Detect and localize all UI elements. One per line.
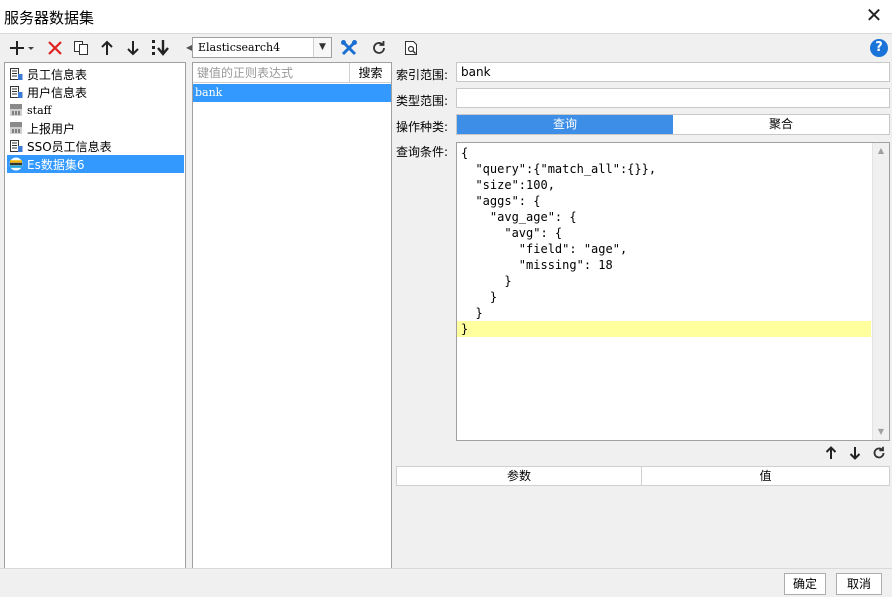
- copy-icon: [74, 41, 88, 55]
- param-table: 参数 值: [396, 466, 890, 569]
- refresh-icon: [373, 41, 385, 54]
- code-line: "aggs": {: [461, 194, 541, 208]
- refresh-icon: [873, 446, 885, 459]
- dataset-label: staff: [27, 103, 52, 117]
- value-column-header[interactable]: 值: [642, 467, 889, 485]
- connection-toolbar: Elasticsearch4 ▼: [192, 36, 392, 62]
- title-bar: 服务器数据集 ✕: [0, 0, 892, 33]
- param-table-header: 参数 值: [396, 466, 890, 486]
- dataset-label: SSO员工信息表: [27, 139, 112, 154]
- cancel-button[interactable]: 取消: [836, 573, 882, 595]
- index-filter-input[interactable]: 键值的正则表达式: [193, 63, 349, 83]
- table-icon: [10, 86, 23, 98]
- index-range-label: 索引范围:: [396, 68, 449, 82]
- elasticsearch-icon: [9, 157, 23, 171]
- table-icon: [10, 140, 23, 152]
- dataset-label: 员工信息表: [27, 67, 88, 82]
- index-search-button[interactable]: 搜索: [349, 63, 391, 83]
- index-range-input[interactable]: bank: [456, 62, 890, 82]
- op-query-option[interactable]: 查询: [457, 115, 673, 134]
- code-line: "avg_age": {: [461, 210, 577, 224]
- database-table-icon: [10, 122, 22, 134]
- move-bottom-button[interactable]: [148, 38, 174, 58]
- code-line: "query":{"match_all":{}},: [461, 162, 657, 176]
- query-toolbar: ?: [396, 36, 892, 62]
- dataset-item-1[interactable]: 员工信息表: [7, 65, 184, 83]
- connection-settings-button[interactable]: [338, 38, 360, 58]
- move-up-button[interactable]: [96, 38, 118, 58]
- scroll-down-icon[interactable]: ▼: [873, 424, 889, 440]
- dataset-label: Es数据集6: [27, 157, 85, 172]
- operation-type-label: 操作种类:: [396, 120, 449, 134]
- dataset-item-3[interactable]: staff: [7, 101, 184, 119]
- arrow-up-icon: [101, 40, 113, 55]
- delete-icon: [48, 41, 62, 55]
- scroll-up-icon[interactable]: ▲: [873, 143, 889, 159]
- param-up-button[interactable]: [820, 443, 842, 463]
- code-line: }: [461, 290, 498, 304]
- code-line: }: [461, 274, 512, 288]
- arrow-down-icon: [849, 447, 861, 460]
- param-refresh-button[interactable]: [868, 443, 890, 463]
- type-range-input[interactable]: [456, 88, 890, 108]
- dataset-label: 用户信息表: [27, 85, 88, 100]
- code-line: {: [461, 146, 469, 160]
- database-table-icon: [10, 104, 22, 116]
- type-range-label: 类型范围:: [396, 94, 449, 108]
- dialog-footer: 确定 取消: [0, 568, 892, 597]
- arrow-down-icon: [127, 41, 139, 56]
- code-line: }: [461, 306, 483, 320]
- code-line: "avg": {: [461, 226, 563, 240]
- param-toolbar: [820, 443, 890, 463]
- connection-value: Elasticsearch4: [198, 41, 281, 54]
- index-item-bank[interactable]: bank: [193, 84, 391, 102]
- dialog-body: ◀▶ 员工信息表 用户信息表 staff 上报用户 SSO员工信息表 Es数据集…: [0, 33, 892, 569]
- op-aggregate-option[interactable]: 聚合: [673, 115, 889, 134]
- close-icon[interactable]: ✕: [862, 3, 886, 27]
- tools-icon: [341, 40, 357, 56]
- plus-icon: [10, 41, 34, 55]
- chevron-down-icon: ▼: [313, 38, 331, 57]
- editor-scrollbar[interactable]: ▲ ▼: [872, 143, 889, 440]
- preview-icon: [405, 41, 417, 55]
- code-line-current: }: [457, 321, 871, 337]
- delete-dataset-button[interactable]: [44, 38, 66, 58]
- ok-button[interactable]: 确定: [784, 573, 826, 595]
- move-down-button[interactable]: [122, 38, 144, 58]
- code-line: "missing": 18: [461, 258, 613, 272]
- arrow-up-icon: [825, 446, 837, 459]
- connection-select[interactable]: Elasticsearch4 ▼: [192, 37, 332, 58]
- help-icon[interactable]: ?: [870, 39, 888, 57]
- preview-button[interactable]: [400, 38, 422, 58]
- dataset-label: 上报用户: [27, 121, 76, 136]
- dataset-item-6[interactable]: Es数据集6: [7, 155, 184, 173]
- query-condition-label: 查询条件:: [396, 145, 449, 159]
- query-editor[interactable]: { "query":{"match_all":{}}, "size":100, …: [456, 142, 890, 441]
- param-down-button[interactable]: [844, 443, 866, 463]
- code-line: "size":100,: [461, 178, 555, 192]
- window-title: 服务器数据集: [4, 9, 95, 27]
- dataset-item-2[interactable]: 用户信息表: [7, 83, 184, 101]
- add-dataset-button[interactable]: [8, 38, 36, 58]
- index-panel: 键值的正则表达式 搜索 bank: [192, 62, 392, 569]
- table-icon: [10, 68, 23, 80]
- copy-dataset-button[interactable]: [70, 38, 92, 58]
- dataset-toolbar: [4, 36, 186, 62]
- refresh-indices-button[interactable]: [368, 38, 390, 58]
- dataset-item-5[interactable]: SSO员工信息表: [7, 137, 184, 155]
- operation-type-toggle: 查询 聚合: [456, 114, 890, 135]
- dataset-item-4[interactable]: 上报用户: [7, 119, 184, 137]
- arrow-bottom-icon: [152, 40, 169, 56]
- dataset-list: 员工信息表 用户信息表 staff 上报用户 SSO员工信息表 Es数据集6: [4, 62, 186, 569]
- param-column-header[interactable]: 参数: [397, 467, 642, 485]
- code-line: "field": "age",: [461, 242, 628, 256]
